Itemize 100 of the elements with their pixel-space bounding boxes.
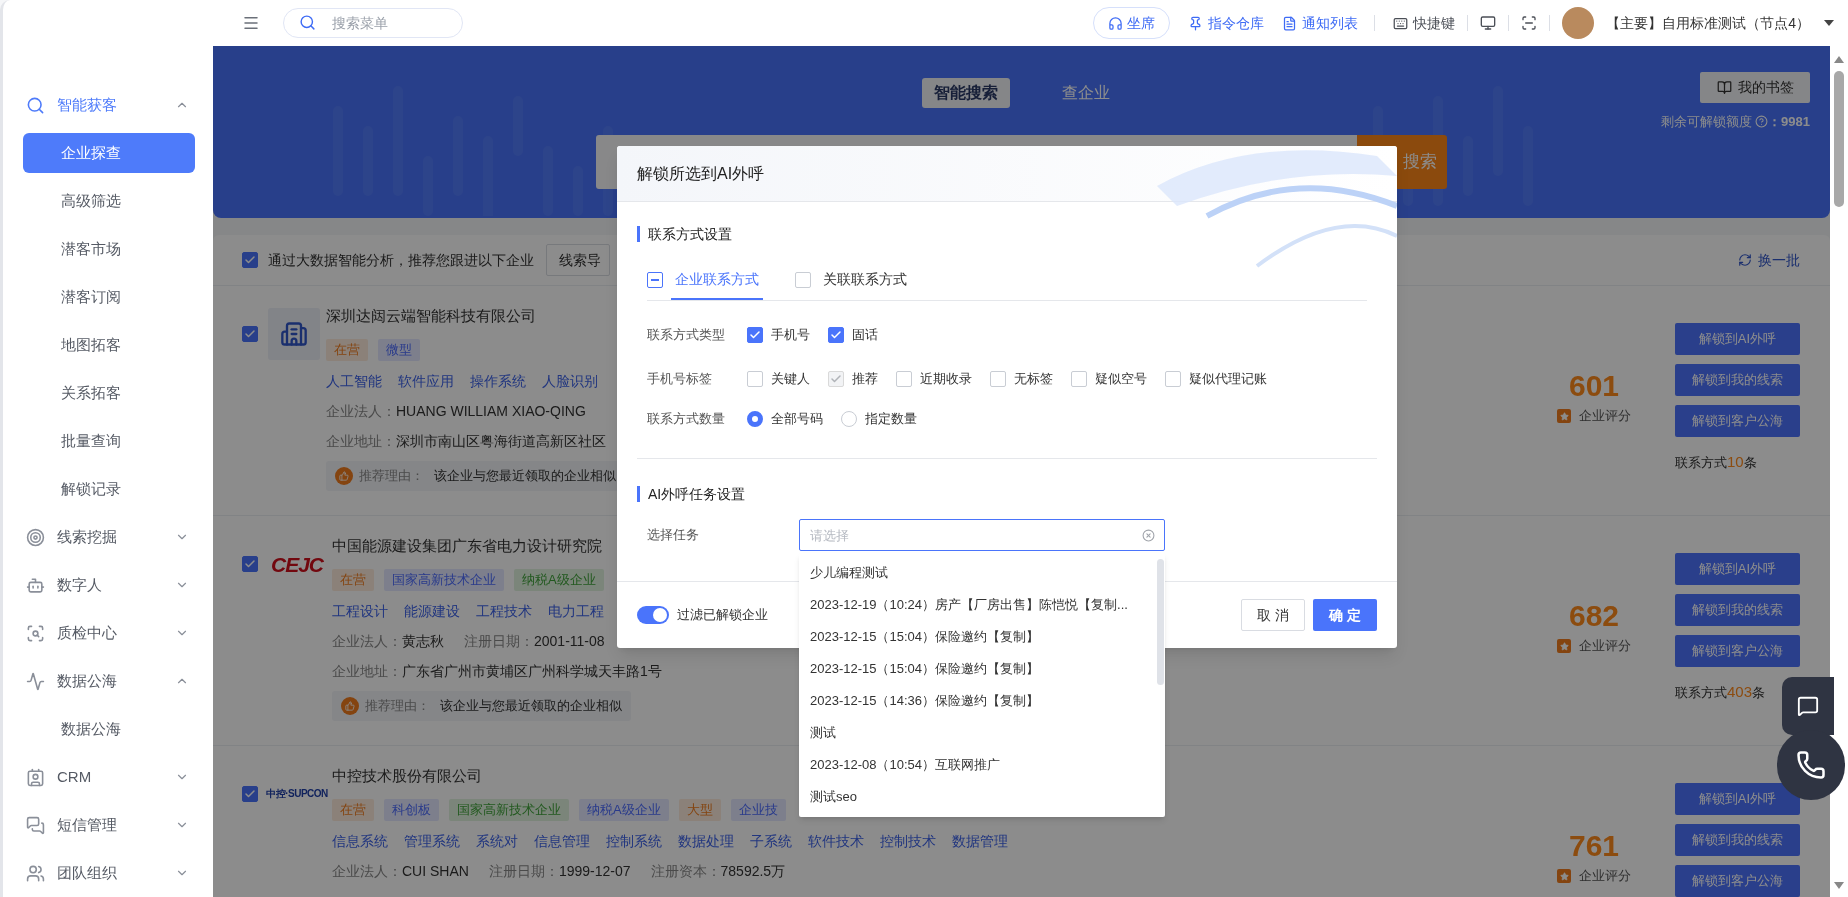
bookmark-button[interactable]: 我的书签 bbox=[1700, 72, 1810, 103]
industry-link[interactable]: 信息管理 bbox=[534, 831, 590, 851]
sidebar-item[interactable]: 企业探查 bbox=[23, 133, 195, 173]
dropdown-option[interactable]: 2023-12-19（10:24）房产【厂房出售】陈恺悦【复制... bbox=[799, 589, 1157, 621]
industry-link[interactable]: 能源建设 bbox=[404, 601, 460, 621]
page-scrollbar[interactable] bbox=[1830, 46, 1848, 897]
option-label: 关键人 bbox=[771, 370, 810, 389]
company-name[interactable]: 中国能源建设集团广东省电力设计研究院 bbox=[332, 534, 602, 558]
dropdown-option[interactable]: 2023-12-15（14:36）保险邀约【复制】 bbox=[799, 685, 1157, 717]
industry-link[interactable]: 子系统 bbox=[750, 831, 792, 851]
export-button[interactable]: 线索导 bbox=[546, 244, 610, 276]
search-field[interactable]: 搜索菜单 bbox=[283, 8, 463, 38]
checkbox[interactable] bbox=[1071, 371, 1087, 387]
task-select[interactable]: 请选择 bbox=[799, 519, 1165, 551]
dropdown-scrollbar[interactable] bbox=[1157, 559, 1164, 685]
sidebar-item[interactable]: 数据公海 bbox=[23, 709, 195, 749]
checkbox[interactable] bbox=[828, 327, 844, 343]
dropdown-option[interactable]: 2023-12-15（15:04）保险邀约【复制】 bbox=[799, 621, 1157, 653]
toolbar-link[interactable]: 快捷键 bbox=[1393, 12, 1456, 34]
industry-link[interactable]: 控制技术 bbox=[880, 831, 936, 851]
sidebar-group[interactable]: 数字人 bbox=[3, 561, 213, 609]
industry-link[interactable]: 人脸识别 bbox=[542, 371, 598, 391]
unlock-button[interactable]: 解锁到客户公海 bbox=[1675, 405, 1800, 437]
unlock-button[interactable]: 解锁到AI外呼 bbox=[1675, 323, 1800, 355]
sidebar-item[interactable]: 潜客市场 bbox=[23, 229, 195, 269]
industry-link[interactable]: 工程技术 bbox=[476, 601, 532, 621]
confirm-button[interactable]: 确 定 bbox=[1313, 599, 1377, 631]
industry-link[interactable]: 管理系统 bbox=[404, 831, 460, 851]
search-tab[interactable]: 智能搜索 bbox=[921, 78, 1010, 108]
scan-icon[interactable] bbox=[1521, 15, 1538, 31]
checkbox[interactable] bbox=[795, 272, 811, 288]
checkbox[interactable] bbox=[747, 371, 763, 387]
checkbox[interactable] bbox=[242, 252, 258, 268]
refresh-button[interactable]: 换一批 bbox=[1738, 249, 1800, 271]
sidebar-group[interactable]: 线索挖掘 bbox=[3, 513, 213, 561]
cancel-button[interactable]: 取 消 bbox=[1241, 599, 1305, 631]
company-name[interactable]: 深圳达闼云端智能科技有限公司 bbox=[326, 304, 536, 328]
industry-link[interactable]: 软件应用 bbox=[398, 371, 454, 391]
contact-tab[interactable]: 关联联系方式 bbox=[819, 260, 911, 300]
unlock-button[interactable]: 解锁到我的线索 bbox=[1675, 594, 1800, 626]
industry-link[interactable]: 人工智能 bbox=[326, 371, 382, 391]
sidebar-item[interactable]: 关系拓客 bbox=[23, 373, 195, 413]
scroll-thumb[interactable] bbox=[1834, 71, 1844, 207]
sidebar-item[interactable]: 解锁记录 bbox=[23, 469, 195, 509]
dropdown-option[interactable]: 2023-12-15（15:04）保险邀约【复制】 bbox=[799, 653, 1157, 685]
industry-link[interactable]: 数据处理 bbox=[678, 831, 734, 851]
sidebar-group[interactable]: 数据公海 bbox=[3, 657, 213, 705]
contact-tab[interactable]: 企业联系方式 bbox=[671, 260, 763, 300]
checkbox[interactable] bbox=[1165, 371, 1181, 387]
industry-link[interactable]: 控制系统 bbox=[606, 831, 662, 851]
checkbox[interactable] bbox=[990, 371, 1006, 387]
scroll-up-arrow-icon[interactable] bbox=[1834, 56, 1844, 63]
unlock-button[interactable]: 解锁到客户公海 bbox=[1675, 865, 1800, 897]
radio-button[interactable] bbox=[747, 411, 763, 427]
industry-link[interactable]: 系统对 bbox=[476, 831, 518, 851]
scroll-down-arrow-icon[interactable] bbox=[1834, 882, 1844, 889]
unlock-button[interactable]: 解锁到客户公海 bbox=[1675, 635, 1800, 667]
caret-down-icon[interactable] bbox=[1824, 20, 1834, 26]
search-tab[interactable]: 查企业 bbox=[1049, 78, 1122, 108]
industry-link[interactable]: 操作系统 bbox=[470, 371, 526, 391]
unlock-button[interactable]: 解锁到我的线索 bbox=[1675, 824, 1800, 856]
checkbox[interactable] bbox=[242, 326, 258, 342]
checkbox[interactable] bbox=[242, 556, 258, 572]
account-name[interactable]: 【主要】自用标准测试（节点4） bbox=[1606, 12, 1810, 34]
clear-icon[interactable] bbox=[1142, 529, 1155, 542]
avatar[interactable] bbox=[1562, 7, 1595, 39]
industry-link[interactable]: 信息系统 bbox=[332, 831, 388, 851]
dropdown-option[interactable]: 少儿编程测试 bbox=[799, 557, 1157, 589]
checkbox[interactable] bbox=[242, 786, 258, 802]
sidebar-group[interactable]: 短信管理 bbox=[3, 801, 213, 849]
dropdown-option[interactable]: 测试 bbox=[799, 717, 1157, 749]
sidebar-item[interactable]: 潜客订阅 bbox=[23, 277, 195, 317]
toggle-switch[interactable] bbox=[637, 606, 669, 624]
industry-link[interactable]: 工程设计 bbox=[332, 601, 388, 621]
sidebar-item[interactable]: 批量查询 bbox=[23, 421, 195, 461]
unlock-button[interactable]: 解锁到AI外呼 bbox=[1675, 783, 1800, 815]
menu-icon[interactable] bbox=[242, 14, 260, 32]
sidebar-group[interactable]: 团队组织 bbox=[3, 849, 213, 897]
checkbox[interactable] bbox=[747, 327, 763, 343]
sidebar-group[interactable]: 质检中心 bbox=[3, 609, 213, 657]
sidebar-item[interactable]: 地图拓客 bbox=[23, 325, 195, 365]
sidebar-group[interactable]: CRM bbox=[3, 753, 213, 801]
dropdown-option[interactable]: 2023-12-08（10:54）互联网推广 bbox=[799, 749, 1157, 781]
sidebar-group[interactable]: 智能获客 bbox=[3, 81, 213, 129]
sidebar-item[interactable]: 高级筛选 bbox=[23, 181, 195, 221]
toolbar-link[interactable]: 通知列表 bbox=[1282, 12, 1359, 34]
monitor-icon[interactable] bbox=[1480, 15, 1497, 31]
radio-button[interactable] bbox=[841, 411, 857, 427]
checkbox[interactable] bbox=[896, 371, 912, 387]
industry-link[interactable]: 数据管理 bbox=[952, 831, 1008, 851]
company-name[interactable]: 中控技术股份有限公司 bbox=[332, 764, 482, 788]
industry-link[interactable]: 电力工程 bbox=[548, 601, 604, 621]
checkbox[interactable] bbox=[647, 272, 663, 288]
chat-widget[interactable] bbox=[1782, 677, 1834, 735]
unlock-button[interactable]: 解锁到AI外呼 bbox=[1675, 553, 1800, 585]
dropdown-option[interactable]: 测试seo bbox=[799, 781, 1157, 813]
help-icon[interactable] bbox=[1755, 115, 1769, 129]
toolbar-link[interactable]: 指令仓库 bbox=[1188, 12, 1265, 34]
industry-link[interactable]: 软件技术 bbox=[808, 831, 864, 851]
unlock-button[interactable]: 解锁到我的线索 bbox=[1675, 364, 1800, 396]
